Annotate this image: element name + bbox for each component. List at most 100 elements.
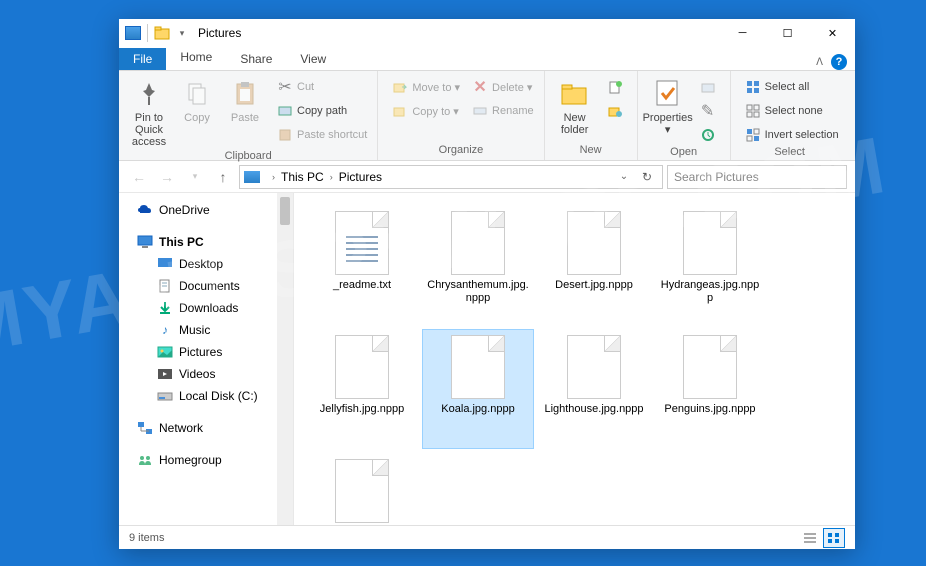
properties-button[interactable]: Properties▾ xyxy=(644,76,692,138)
open-button[interactable] xyxy=(696,76,724,98)
tab-home[interactable]: Home xyxy=(166,46,226,70)
nav-music[interactable]: ♪Music xyxy=(119,319,293,341)
file-item[interactable]: Tulips.jpg.nppp xyxy=(306,453,418,525)
path-pc-icon xyxy=(244,171,260,183)
nav-desktop[interactable]: Desktop xyxy=(119,253,293,275)
file-item[interactable]: Hydrangeas.jpg.nppp xyxy=(654,205,766,325)
qat-folder-icon[interactable] xyxy=(154,25,170,41)
easy-access-button[interactable] xyxy=(603,100,631,122)
tab-share[interactable]: Share xyxy=(226,48,286,70)
close-button[interactable]: ✕ xyxy=(810,19,855,47)
file-label: Jellyfish.jpg.nppp xyxy=(320,403,404,416)
maximize-button[interactable]: ☐ xyxy=(765,19,810,47)
new-folder-icon xyxy=(559,78,591,110)
file-item[interactable]: Lighthouse.jpg.nppp xyxy=(538,329,650,449)
paste-label: Paste xyxy=(231,112,259,124)
select-none-button[interactable]: Select none xyxy=(741,100,843,122)
pin-quick-access-button[interactable]: Pin to Quick access xyxy=(125,76,173,150)
navigation-panel: OneDrive This PC Desktop Documents Downl… xyxy=(119,193,294,525)
new-item-button[interactable] xyxy=(603,76,631,98)
file-item[interactable]: Chrysanthemum.jpg.nppp xyxy=(422,205,534,325)
collapse-ribbon-icon[interactable]: ᐱ xyxy=(816,57,823,68)
nav-scrollbar[interactable] xyxy=(277,193,293,525)
minimize-button[interactable]: ─ xyxy=(720,19,765,47)
explorer-window: ▾ Pictures ─ ☐ ✕ File Home Share View ᐱ … xyxy=(119,19,855,549)
up-button[interactable]: ↑ xyxy=(211,165,235,189)
organize-group-label: Organize xyxy=(384,144,537,158)
file-label: Penguins.jpg.nppp xyxy=(664,403,755,416)
forward-button[interactable]: → xyxy=(155,165,179,189)
nav-thispc[interactable]: This PC xyxy=(119,231,293,253)
file-label: Chrysanthemum.jpg.nppp xyxy=(426,279,530,305)
tab-view[interactable]: View xyxy=(286,48,340,70)
select-group-label: Select xyxy=(737,146,843,160)
onedrive-icon xyxy=(137,202,153,218)
nav-localdisk[interactable]: Local Disk (C:) xyxy=(119,385,293,407)
nav-onedrive[interactable]: OneDrive xyxy=(119,199,293,221)
file-item[interactable]: Jellyfish.jpg.nppp xyxy=(306,329,418,449)
path-pictures[interactable]: Pictures xyxy=(339,170,382,184)
select-all-icon xyxy=(745,79,761,95)
invert-selection-button[interactable]: Invert selection xyxy=(741,124,843,146)
nav-pictures[interactable]: Pictures xyxy=(119,341,293,363)
back-button[interactable]: ← xyxy=(127,165,151,189)
blank-file-icon xyxy=(451,211,505,275)
file-item[interactable]: _readme.txt xyxy=(306,205,418,325)
help-icon[interactable]: ? xyxy=(831,54,847,70)
file-item[interactable]: Koala.jpg.nppp xyxy=(422,329,534,449)
select-all-button[interactable]: Select all xyxy=(741,76,843,98)
desktop-icon xyxy=(157,256,173,272)
copy-to-button[interactable]: Copy to ▾ xyxy=(388,100,464,122)
chevron-icon[interactable]: › xyxy=(272,172,275,182)
move-to-button[interactable]: Move to ▾ xyxy=(388,76,464,98)
recent-dropdown[interactable]: ▾ xyxy=(183,165,207,189)
history-icon xyxy=(700,127,716,143)
easy-access-icon xyxy=(607,103,623,119)
invert-icon xyxy=(745,127,761,143)
delete-icon: ✕ xyxy=(472,79,488,95)
path-dropdown-icon[interactable]: ⌄ xyxy=(612,165,636,189)
blank-file-icon xyxy=(683,211,737,275)
paste-icon xyxy=(229,78,261,110)
search-input[interactable]: Search Pictures xyxy=(667,165,847,189)
file-item[interactable]: Desert.jpg.nppp xyxy=(538,205,650,325)
rename-button[interactable]: Rename xyxy=(468,100,538,122)
copy-path-icon xyxy=(277,103,293,119)
chevron-icon[interactable]: › xyxy=(330,172,333,182)
paste-shortcut-button[interactable]: Paste shortcut xyxy=(273,124,371,146)
ribbon-group-clipboard: Pin to Quick access Copy Paste ✂Cut Copy… xyxy=(119,71,378,160)
txt-file-icon xyxy=(335,211,389,275)
qat-dropdown-icon[interactable]: ▾ xyxy=(174,25,190,41)
pictures-icon xyxy=(157,344,173,360)
file-item[interactable]: Penguins.jpg.nppp xyxy=(654,329,766,449)
nav-documents[interactable]: Documents xyxy=(119,275,293,297)
nav-downloads[interactable]: Downloads xyxy=(119,297,293,319)
nav-network[interactable]: Network xyxy=(119,417,293,439)
path-thispc[interactable]: This PC xyxy=(281,170,324,184)
titlebar: ▾ Pictures ─ ☐ ✕ xyxy=(119,19,855,47)
view-icons-button[interactable] xyxy=(823,528,845,548)
view-details-button[interactable] xyxy=(799,528,821,548)
path-box[interactable]: › This PC › Pictures ⌄ ↻ xyxy=(239,165,663,189)
tab-file[interactable]: File xyxy=(119,48,166,70)
copy-icon xyxy=(181,78,213,110)
blank-file-icon xyxy=(567,211,621,275)
properties-icon xyxy=(652,78,684,110)
nav-videos[interactable]: Videos xyxy=(119,363,293,385)
copy-path-button[interactable]: Copy path xyxy=(273,100,371,122)
history-button[interactable] xyxy=(696,124,724,146)
delete-button[interactable]: ✕Delete ▾ xyxy=(468,76,538,98)
nav-homegroup[interactable]: Homegroup xyxy=(119,449,293,471)
separator xyxy=(147,24,148,42)
new-group-label: New xyxy=(551,144,631,158)
new-folder-button[interactable]: New folder xyxy=(551,76,599,138)
copy-button[interactable]: Copy xyxy=(173,76,221,126)
refresh-button[interactable]: ↻ xyxy=(636,170,658,184)
edit-button[interactable]: ✎ xyxy=(696,100,724,122)
cut-icon: ✂ xyxy=(277,79,293,95)
cut-button[interactable]: ✂Cut xyxy=(273,76,371,98)
paste-button[interactable]: Paste xyxy=(221,76,269,126)
files-panel[interactable]: _readme.txt Chrysanthemum.jpg.nppp Desert.… xyxy=(294,193,855,525)
scroll-thumb[interactable] xyxy=(280,197,290,225)
downloads-icon xyxy=(157,300,173,316)
